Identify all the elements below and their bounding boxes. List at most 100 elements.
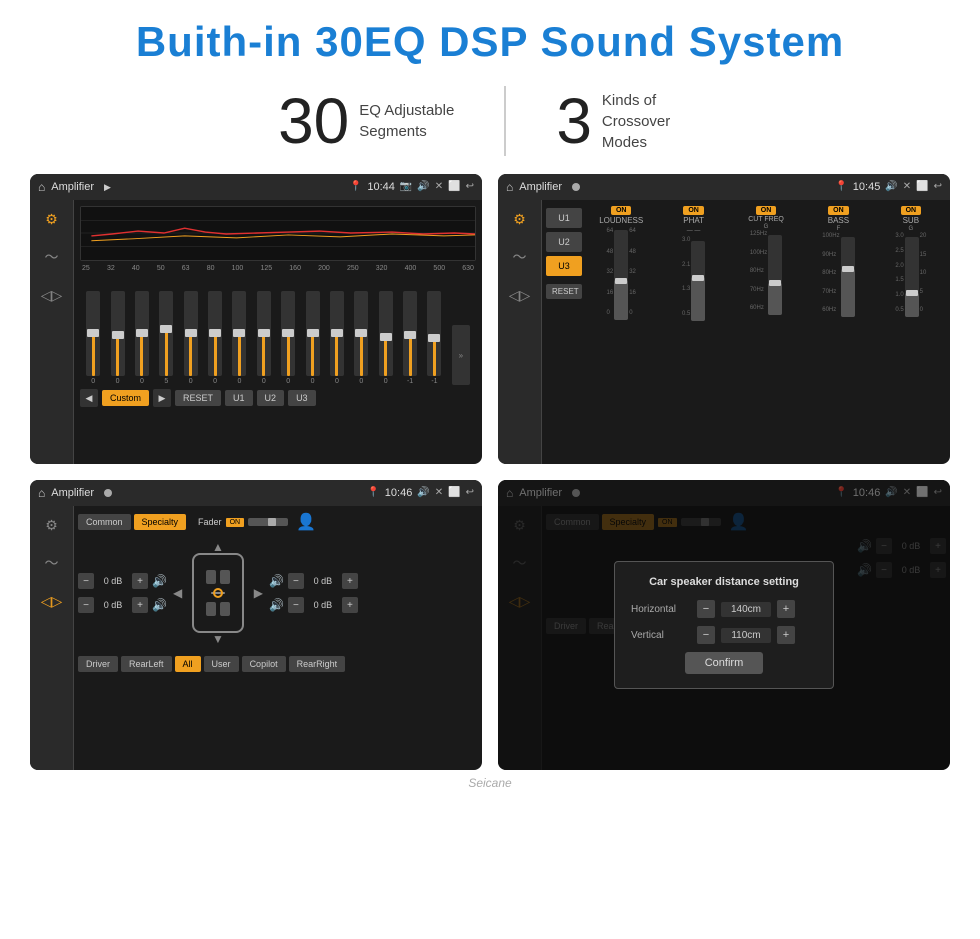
eq-slider-track[interactable] [135,291,149,376]
fader-slider[interactable] [248,518,288,526]
copilot-button[interactable]: Copilot [242,656,286,672]
eq-graph [80,206,476,261]
eq-slider-track[interactable] [403,291,417,376]
stat-eq: 30 EQ AdjustableSegments [228,89,504,153]
center-point [213,588,223,598]
channel-phat: ON PHAT — — 3.02.11.30.5 [658,206,728,325]
back-icon2[interactable]: ↩ [934,181,942,193]
window-icon3[interactable]: ⬜ [448,487,460,499]
sidebar-eq-icon3[interactable]: ⚙ [38,514,66,536]
screen3-app-title: Amplifier [51,487,94,499]
eq-slider-col: -1 [403,291,417,385]
tl-minus-button[interactable]: − [78,573,94,589]
all-button[interactable]: All [175,656,201,672]
eq-slider-col: -1 [427,291,441,385]
eq-slider-track[interactable] [427,291,441,376]
specialty-button[interactable]: Specialty [134,514,187,530]
eq-slider-track[interactable] [306,291,320,376]
reset-crossover-button[interactable]: RESET [546,284,582,299]
close-icon3[interactable]: ✕ [435,487,443,499]
screen3-sidebar: ⚙ 〜 ◁▷ [30,506,74,770]
back-icon3[interactable]: ↩ [466,487,474,499]
profile-icon[interactable]: 👤 [296,512,316,532]
window-icon[interactable]: ⬜ [448,181,460,193]
sidebar-wave-icon2[interactable]: 〜 [506,246,534,268]
next-button[interactable]: ▶ [153,389,171,407]
close-icon[interactable]: ✕ [435,181,443,193]
sidebar-wave-icon[interactable]: 〜 [38,246,66,268]
sidebar-volume-icon3[interactable]: ◁▷ [38,590,66,612]
back-icon[interactable]: ↩ [466,181,474,193]
custom-button[interactable]: Custom [102,390,149,406]
eq-slider-track[interactable] [379,291,393,376]
sub-toggle[interactable]: ON [901,206,922,215]
screen1-sidebar: ⚙ 〜 ◁▷ [30,200,74,464]
u1-button[interactable]: U1 [225,390,253,406]
home-icon3[interactable]: ⌂ [38,486,45,500]
eq-slider-track[interactable] [208,291,222,376]
home-icon2[interactable]: ⌂ [506,180,513,194]
bl-plus-button[interactable]: + [132,597,148,613]
close-icon2[interactable]: ✕ [903,181,911,193]
eq-slider-track[interactable] [354,291,368,376]
loudness-toggle[interactable]: ON [611,206,632,215]
rearleft-button[interactable]: RearLeft [121,656,172,672]
br-plus-button[interactable]: + [342,597,358,613]
u2-preset-button[interactable]: U2 [546,232,582,252]
eq-slider-track[interactable] [281,291,295,376]
confirm-button[interactable]: Confirm [685,652,764,674]
sidebar-eq-icon2[interactable]: ⚙ [506,208,534,230]
expand-sliders-button[interactable]: » [452,325,470,385]
bass-slider[interactable] [841,237,855,317]
u3-button[interactable]: U3 [288,390,316,406]
window-icon2[interactable]: ⬜ [916,181,928,193]
bl-minus-button[interactable]: − [78,597,94,613]
location-icon3: 📍 [367,487,379,499]
sidebar-volume-icon2[interactable]: ◁▷ [506,284,534,306]
horizontal-minus-button[interactable]: − [697,600,715,618]
sub-slider[interactable] [905,237,919,317]
eq-slider-track[interactable] [232,291,246,376]
right-arrow-icon[interactable]: ▶ [254,586,263,600]
sidebar-wave-icon3[interactable]: 〜 [38,552,66,574]
right-balances: 🔊 − 0 dB + 🔊 − 0 dB + [269,573,358,613]
tr-plus-button[interactable]: + [342,573,358,589]
eq-slider-track[interactable] [86,291,100,376]
br-minus-button[interactable]: − [288,597,304,613]
common-button[interactable]: Common [78,514,131,530]
user-button[interactable]: User [204,656,239,672]
u1-preset-button[interactable]: U1 [546,208,582,228]
cutfreq-toggle[interactable]: ON [756,206,777,215]
horizontal-plus-button[interactable]: + [777,600,795,618]
sidebar-volume-icon[interactable]: ◁▷ [38,284,66,306]
loudness-slider[interactable] [614,230,628,320]
up-arrow-icon[interactable]: ▲ [212,540,224,554]
play-icon[interactable]: ▶ [104,182,111,193]
cutfreq-slider[interactable] [768,235,782,315]
eq-slider-track[interactable] [257,291,271,376]
phat-toggle[interactable]: ON [683,206,704,215]
reset-button[interactable]: RESET [175,390,221,406]
page-header: Buith-in 30EQ DSP Sound System [0,0,980,76]
bass-toggle[interactable]: ON [828,206,849,215]
eq-slider-track[interactable] [111,291,125,376]
vertical-minus-button[interactable]: − [697,626,715,644]
tl-plus-button[interactable]: + [132,573,148,589]
u3-preset-button[interactable]: U3 [546,256,582,276]
home-icon[interactable]: ⌂ [38,180,45,194]
tr-minus-button[interactable]: − [288,573,304,589]
eq-slider-track[interactable] [159,291,173,376]
down-arrow-icon[interactable]: ▼ [212,632,224,646]
driver-button[interactable]: Driver [78,656,118,672]
volume-icon: 🔊 [417,181,429,193]
u2-button[interactable]: U2 [257,390,285,406]
crossover-layout: U1 U2 U3 RESET ON LOUDNESS [546,204,946,460]
eq-slider-track[interactable] [330,291,344,376]
eq-slider-track[interactable] [184,291,198,376]
phat-slider[interactable] [691,241,705,321]
left-arrow-icon[interactable]: ◀ [173,586,182,600]
sidebar-eq-icon[interactable]: ⚙ [38,208,66,230]
vertical-plus-button[interactable]: + [777,626,795,644]
prev-button[interactable]: ◀ [80,389,98,407]
rearright-button[interactable]: RearRight [289,656,346,672]
